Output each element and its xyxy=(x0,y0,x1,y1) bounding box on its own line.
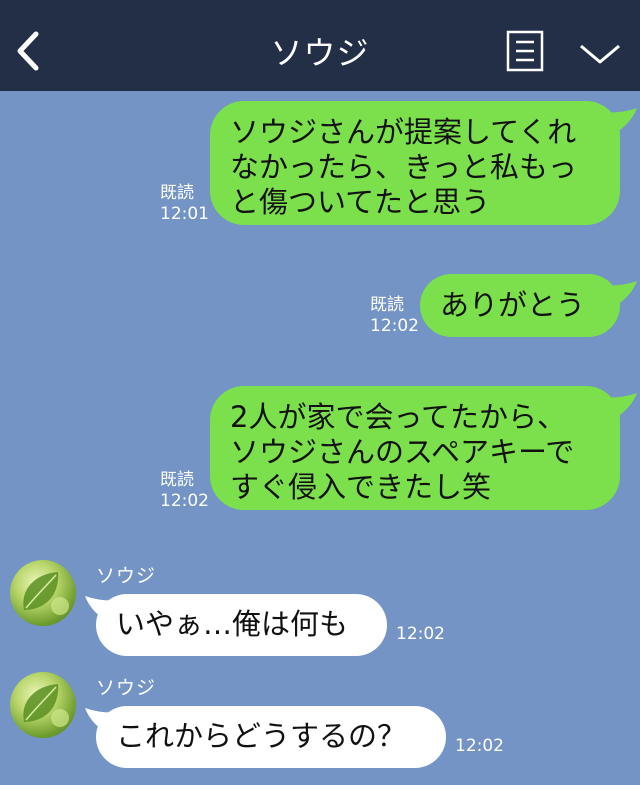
leaf-icon xyxy=(23,684,69,727)
read-receipt: 既読 12:01 xyxy=(160,183,209,225)
chat-header: ソウジ xyxy=(0,0,640,91)
read-label: 既読 xyxy=(370,295,404,315)
avatar[interactable] xyxy=(10,672,76,738)
avatar[interactable] xyxy=(10,560,76,626)
message-time: 12:02 xyxy=(396,624,445,644)
sender-name: ソウジ xyxy=(96,565,157,587)
message-line: 2人が家で会ってたから、 xyxy=(230,400,567,434)
message-line: ありがとう xyxy=(440,288,586,322)
message-time: 12:01 xyxy=(160,204,209,224)
message-time: 12:02 xyxy=(455,736,504,756)
message-line: ソウジさんのスペアキーで xyxy=(230,435,575,469)
message-text: いやぁ…俺は何も xyxy=(116,607,349,641)
message-bubble[interactable]: ありがとう xyxy=(420,274,620,337)
message-line: なかったら、きっと私もっ xyxy=(230,150,577,184)
message-bubble[interactable]: ソウジさんが提案してくれ なかったら、きっと私もっ と傷ついてたと思う xyxy=(210,101,620,225)
message-time: 12:02 xyxy=(370,316,419,336)
message-time: 12:02 xyxy=(160,491,209,511)
read-label: 既読 xyxy=(160,470,194,490)
message-text: これからどうするの？ xyxy=(116,719,407,753)
read-receipt: 既読 12:02 xyxy=(370,295,419,337)
message-bubble[interactable]: これからどうするの？ xyxy=(96,706,446,768)
chevron-down-icon[interactable] xyxy=(578,38,622,68)
message-line: すぐ侵入できたし笑 xyxy=(230,470,492,504)
list-icon[interactable] xyxy=(506,30,544,72)
sender-name: ソウジ xyxy=(96,677,157,699)
read-receipt: 既読 12:02 xyxy=(160,470,209,512)
chat-title: ソウジ xyxy=(270,34,370,72)
leaf-icon xyxy=(23,572,69,615)
read-label: 既読 xyxy=(160,183,194,203)
message-bubble[interactable]: いやぁ…俺は何も xyxy=(96,594,387,656)
message-line: ソウジさんが提案してくれ xyxy=(230,115,577,149)
message-line: と傷ついてたと思う xyxy=(230,185,491,219)
message-bubble[interactable]: 2人が家で会ってたから、 ソウジさんのスペアキーで すぐ侵入できたし笑 xyxy=(210,386,620,510)
